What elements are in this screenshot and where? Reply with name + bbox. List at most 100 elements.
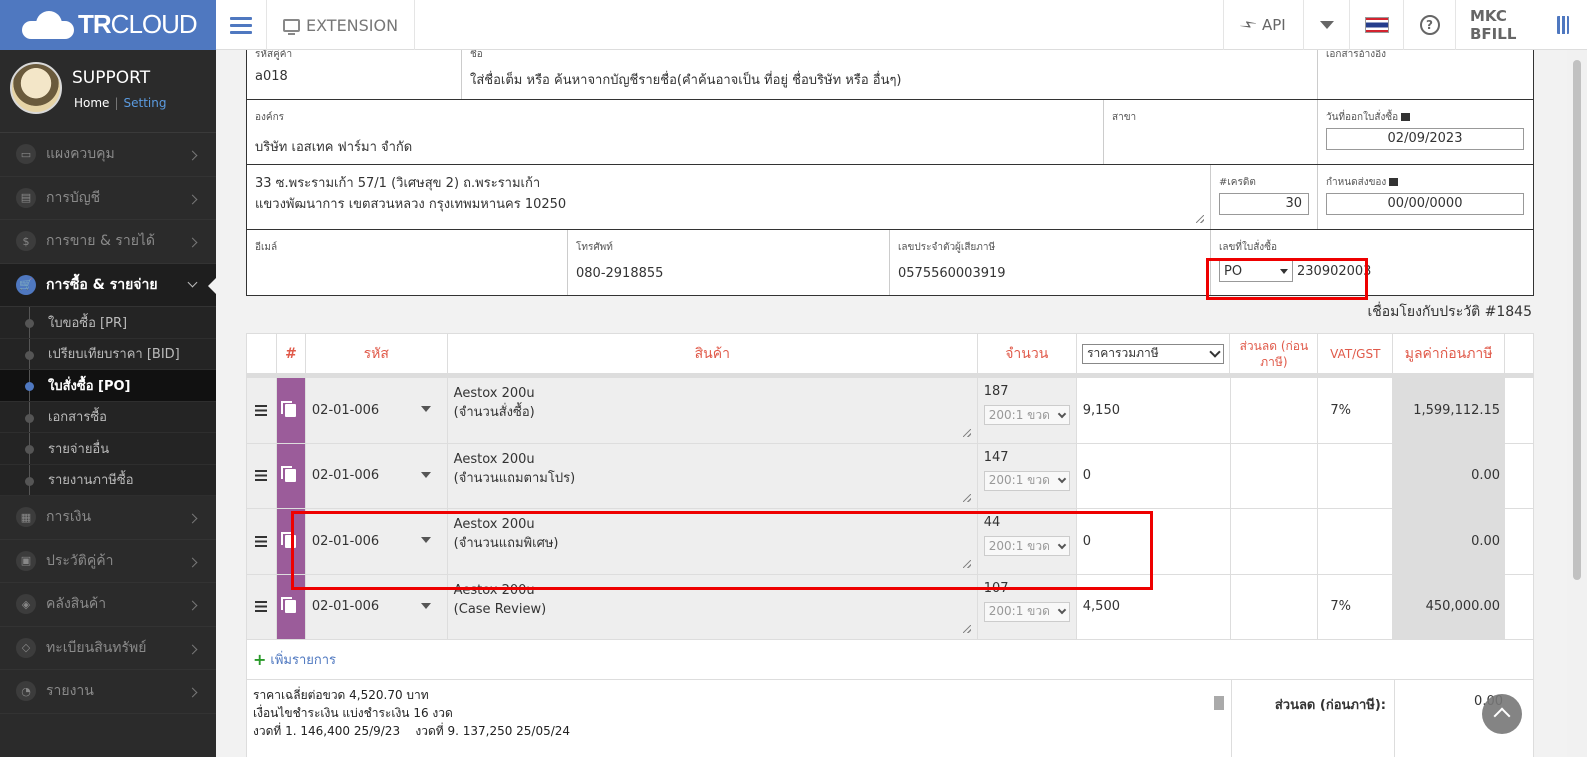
po-date-label-wrap: วันที่ออกใบสั่งซื้อ <box>1326 110 1525 124</box>
grip-lines-icon <box>255 535 268 547</box>
vat-select[interactable]: 7% <box>1318 574 1394 639</box>
item-description-textarea[interactable]: Aestox 200u (จำนวนสั่งซื้อ) <box>447 378 978 443</box>
email-label: อีเมล์ <box>255 242 278 253</box>
user-menu[interactable]: MKC BFILL <box>1455 0 1587 50</box>
price-input[interactable]: 0 <box>1077 443 1231 508</box>
sidebar-item-inventory[interactable]: ◈ คลังสินค้า <box>0 583 216 627</box>
help-button[interactable]: ? <box>1403 0 1455 50</box>
resize-handle-icon[interactable] <box>962 494 971 502</box>
sidebar-item-assets[interactable]: ◇ ทะเบียนสินทรัพย์ <box>0 627 216 670</box>
copy-row-button[interactable] <box>276 443 306 508</box>
discount-input[interactable] <box>1231 378 1319 443</box>
cloud-logo-icon <box>22 11 74 39</box>
item-description-textarea[interactable]: Aestox 200u (จำนวนแถมตามโปร) <box>447 443 978 508</box>
item-code-select[interactable]: 02-01-006 <box>305 443 448 508</box>
partner-code-field[interactable]: a018 <box>255 69 453 84</box>
plus-icon: + <box>253 650 267 669</box>
dollar-icon: $ <box>16 231 36 252</box>
partner-name-field[interactable]: ใส่ชื่อเต็ม หรือ ค้นหาจากบัญชีรายชื่อ(คำ… <box>470 69 1309 90</box>
logo[interactable]: TRCLOUD <box>0 0 216 50</box>
sidebar-subitem-purchase-tax-report[interactable]: รายงานภาษีซื้อ <box>0 464 216 496</box>
sidebar-item-reports[interactable]: ◔ รายงาน <box>0 670 216 714</box>
vat-select[interactable] <box>1318 509 1394 574</box>
grip-lines-icon <box>255 404 268 416</box>
link-separator: | <box>114 96 119 110</box>
price-input[interactable]: 9,150 <box>1077 378 1231 443</box>
sidebar-item-partners[interactable]: ▣ ประวัติคู่ค้า <box>0 540 216 583</box>
price-mode-select[interactable]: ราคารวมภาษี <box>1082 343 1225 364</box>
linked-history-text[interactable]: เชื่อมโยงกับประวัติ #1845 <box>1367 301 1532 323</box>
drag-handle[interactable] <box>247 378 277 443</box>
tax-id-field[interactable]: 0575560003919 <box>898 266 1202 281</box>
header-total: มูลค่าก่อนภาษี <box>1393 334 1506 373</box>
po-date-input[interactable]: 02/09/2023 <box>1326 128 1524 150</box>
setting-link[interactable]: Setting <box>123 96 166 110</box>
notes-textarea[interactable]: ราคาเฉลี่ยต่อขวด 4,520.70 บาท เงื่อนไขชำ… <box>247 680 1232 757</box>
menu-toggle-icon[interactable] <box>226 0 256 50</box>
drag-handle[interactable] <box>247 574 277 639</box>
discount-input[interactable] <box>1231 443 1319 508</box>
quantity-input[interactable]: 187 <box>984 384 1070 399</box>
copy-icon <box>281 400 297 417</box>
sidebar-subitem-bid[interactable]: เปรียบเทียบราคา [BID] <box>0 338 216 370</box>
sidebar-item-accounting[interactable]: ▤ การบัญชี <box>0 177 216 220</box>
resize-handle-icon[interactable] <box>962 625 971 633</box>
sidebar-item-dashboard[interactable]: ▭ แผงควบคุม <box>0 133 216 177</box>
copy-row-button[interactable] <box>276 378 306 443</box>
thai-flag-icon <box>1364 17 1389 33</box>
item-code-select[interactable]: 02-01-006 <box>305 378 448 443</box>
po-number-label: เลขที่ใบสั่งซื้อ <box>1219 242 1277 253</box>
unit-select[interactable]: 200:1 ขวด <box>983 601 1070 622</box>
resize-handle-icon[interactable] <box>1196 215 1204 223</box>
notes-scrollbar[interactable] <box>1213 684 1225 744</box>
language-button[interactable] <box>1349 0 1403 50</box>
resize-handle-icon[interactable] <box>962 428 971 437</box>
organization-field[interactable]: บริษัท เอสเทค ฟาร์มา จำกัด <box>255 136 1095 157</box>
sidebar-subitem-po[interactable]: ใบสั่งซื้อ [PO] <box>0 370 216 402</box>
header-vat: VAT/GST <box>1318 334 1394 373</box>
unit-select[interactable]: 200:1 ขวด <box>983 470 1070 491</box>
organization-label: องค์กร <box>255 112 285 123</box>
address-line-1: 33 ซ.พระรามเก้า 57/1 (วิเศษสุข 2) ถ.พระร… <box>255 176 541 191</box>
dropdown-toggle[interactable] <box>1303 0 1349 50</box>
price-mode-value: ราคารวมภาษี <box>1087 346 1159 360</box>
extension-button[interactable]: EXTENSION <box>266 0 416 50</box>
sidebar-item-label: ประวัติคู่ค้า <box>46 552 114 569</box>
item-code: 02-01-006 <box>311 468 380 484</box>
home-link[interactable]: Home <box>74 96 109 110</box>
caret-down-icon <box>420 406 431 412</box>
sidebar-subitem-purchase-docs[interactable]: เอกสารซื้อ <box>0 401 216 433</box>
email-cell: อีเมล์ <box>247 230 568 295</box>
sidebar-item-finance[interactable]: ▦ การเงิน <box>0 496 216 540</box>
caret-down-icon <box>420 471 431 478</box>
quantity-input[interactable]: 147 <box>984 450 1070 465</box>
chevron-down-icon <box>187 277 198 287</box>
avatar[interactable] <box>10 62 62 114</box>
discount-input[interactable] <box>1231 509 1319 574</box>
sidebar-item-purchases[interactable]: 🛒 การซื้อ & รายจ่าย <box>0 263 216 307</box>
vat-select[interactable] <box>1318 443 1394 508</box>
sidebar-subitem-other-expenses[interactable]: รายจ่ายอื่น <box>0 433 216 465</box>
unit-select[interactable]: 200:1 ขวด <box>983 405 1070 425</box>
sidebar-item-sales[interactable]: $ การขาย & รายได้ <box>0 220 216 264</box>
header-quantity: จำนวน <box>978 334 1077 373</box>
sidebar-subitem-pr[interactable]: ใบขอซื้อ [PR] <box>0 307 216 339</box>
api-button[interactable]: ⚡ API <box>1223 0 1303 50</box>
address-field[interactable]: 33 ซ.พระรามเก้า 57/1 (วิเศษสุข 2) ถ.พระร… <box>255 173 1202 215</box>
discount-input[interactable] <box>1231 574 1319 639</box>
page-scrollbar[interactable] <box>1567 50 1587 757</box>
drag-handle[interactable] <box>247 443 277 508</box>
chevron-right-icon <box>187 513 198 524</box>
credit-input[interactable]: 30 <box>1219 193 1309 215</box>
add-item-button[interactable]: + เพิ่มรายการ <box>247 640 1533 680</box>
vat-select[interactable]: 7% <box>1318 378 1394 443</box>
drag-handle[interactable] <box>247 509 277 574</box>
delivery-date-input[interactable]: 00/00/0000 <box>1326 193 1524 215</box>
add-item-label: เพิ่มรายการ <box>270 653 337 668</box>
scroll-to-top-button[interactable] <box>1482 694 1522 734</box>
branch-cell: สาขา <box>1104 100 1318 164</box>
discount-summary-label: ส่วนลด (ก่อนภาษี): <box>1232 680 1395 757</box>
summary-section: ราคาเฉลี่ยต่อขวด 4,520.70 บาท เงื่อนไขชำ… <box>247 680 1533 757</box>
table-row: 02-01-006 Aestox 200u (จำนวนสั่งซื้อ) 187… <box>247 378 1533 444</box>
phone-field[interactable]: 080-2918855 <box>576 266 881 281</box>
